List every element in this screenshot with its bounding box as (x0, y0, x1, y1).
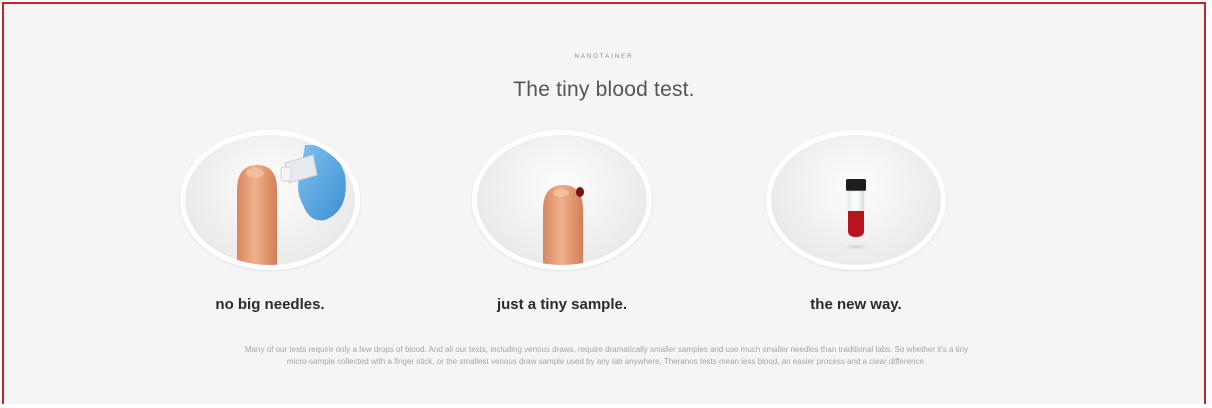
finger-lancet-icon (237, 144, 346, 265)
section-headline: The tiny blood test. (513, 78, 695, 101)
nanotainer-vial-icon (838, 179, 874, 251)
feature-illustration-new-way (766, 130, 946, 270)
feature-illustration-sample (472, 130, 652, 270)
feature-caption-sample: just a tiny sample. (496, 296, 628, 313)
page-frame: NANOTAINER The tiny blood test. no big n… (2, 2, 1206, 404)
feature-caption-needles: no big needles. (215, 296, 325, 313)
feature-illustration-needles (180, 130, 360, 270)
section-eyebrow: NANOTAINER (574, 54, 634, 60)
feature-caption-new-way: the new way. (810, 296, 902, 313)
section-body-text: Many of our tests require only a few dro… (244, 345, 969, 366)
finger-blood-drop-icon (543, 185, 584, 265)
